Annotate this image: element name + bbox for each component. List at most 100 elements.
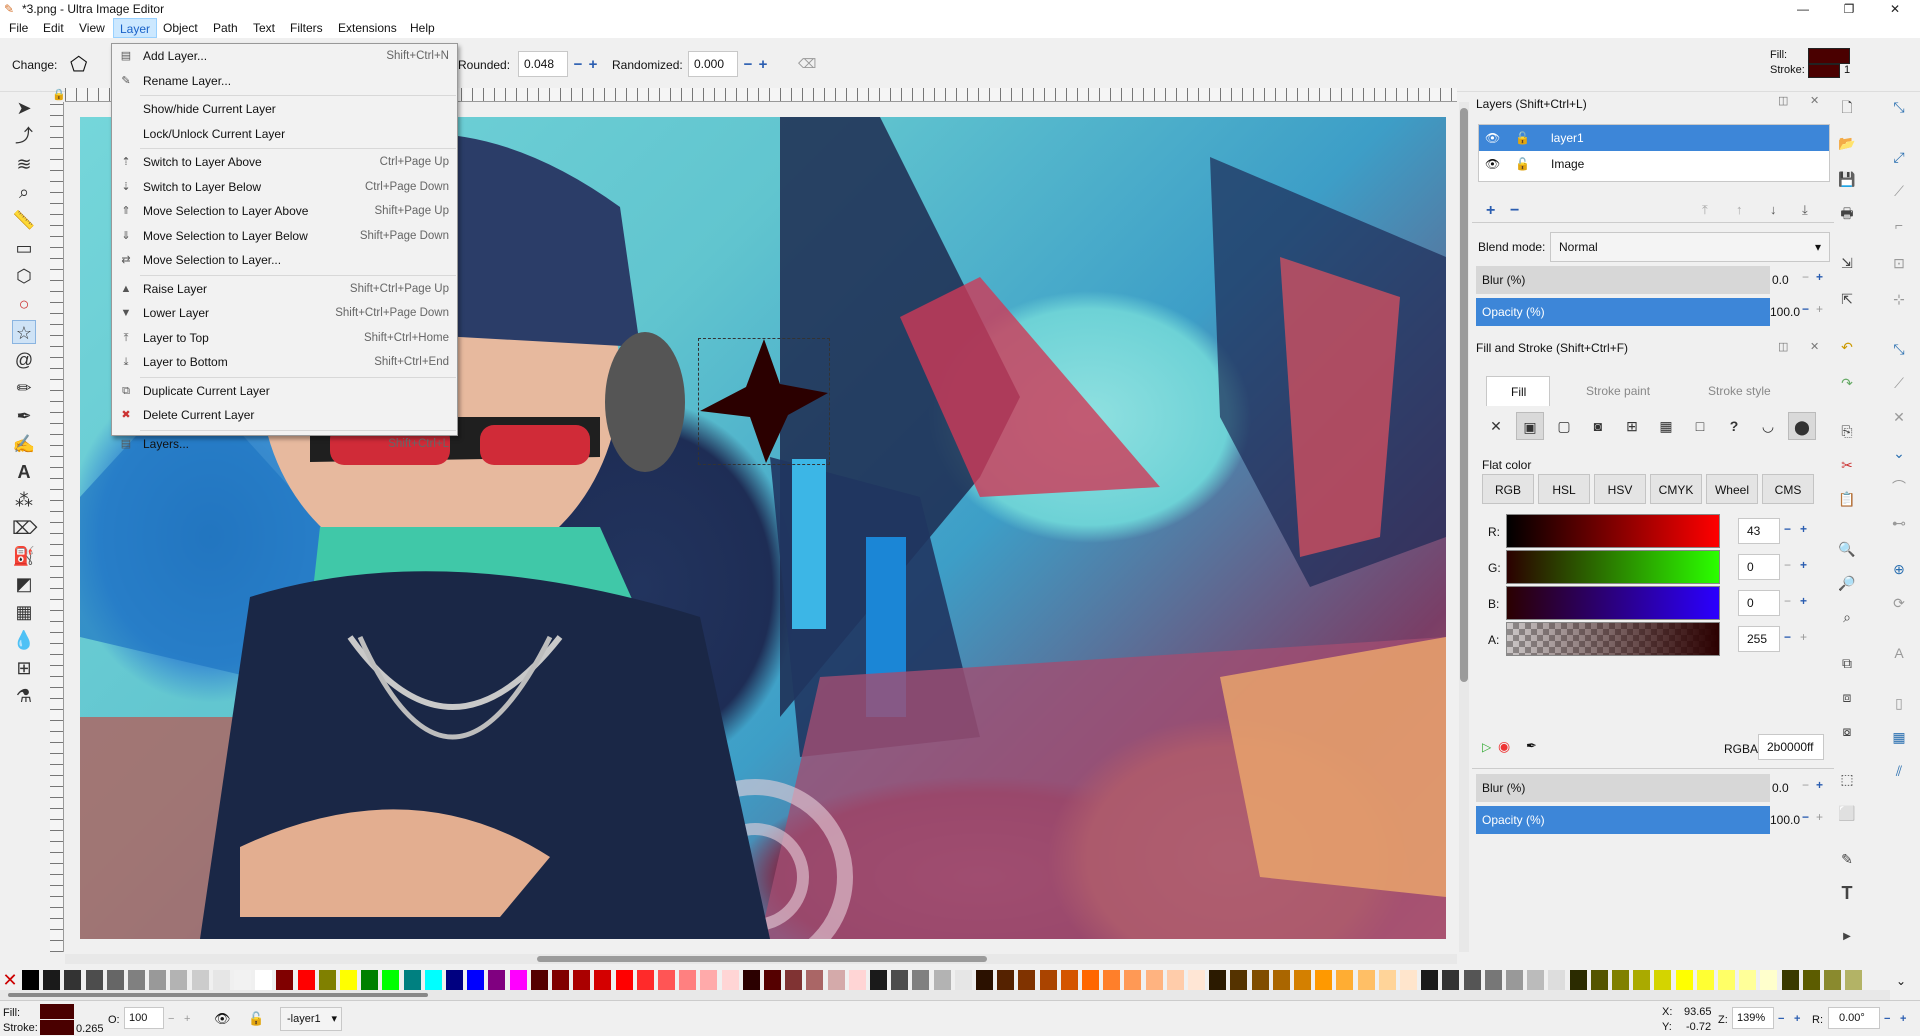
print-icon[interactable]: 🖶 [1836,202,1858,224]
no-paint-icon[interactable]: ✕ [1482,412,1510,440]
channel-r-input[interactable]: 43 [1738,518,1780,544]
panel-iconify-icon[interactable]: ◫ [1778,94,1788,107]
palette-swatch[interactable] [318,970,336,990]
snap-cusp-icon[interactable]: ⌄ [1888,442,1910,464]
spiral-tool-icon[interactable]: @ [12,348,36,372]
menu-item-layers[interactable]: ▤ Layers... Shift+Ctrl+L [112,432,457,457]
mesh-gradient-icon[interactable]: ⊞ [1618,412,1646,440]
menu-path[interactable]: Path [207,18,244,38]
randomized-input[interactable]: 0.000 [688,51,738,77]
menu-item-layer-to-bottom[interactable]: ⤓ Layer to Bottom Shift+Ctrl+End [112,350,457,375]
palette-swatch[interactable] [403,970,421,990]
palette-swatch[interactable] [234,970,251,990]
channel-a-decrement[interactable]: − [1784,630,1791,644]
zoom-input[interactable]: 139% [1732,1007,1774,1029]
pencil-tool-icon[interactable]: ✏ [12,376,36,400]
palette-menu-icon[interactable]: ⌄ [1896,974,1906,988]
channel-a-increment[interactable]: + [1800,630,1807,644]
palette-swatch[interactable] [1272,970,1290,990]
node-tool-icon[interactable]: ⤴ [12,124,36,148]
layer-blur-slider[interactable]: Blur (%) [1476,266,1770,294]
palette-swatch[interactable] [954,970,972,990]
palette-swatch[interactable] [424,970,442,990]
opacity-increment-button[interactable]: + [1816,302,1823,316]
palette-swatch[interactable] [446,970,463,990]
connector-tool-icon[interactable]: ⊞ [12,656,36,680]
panel-iconify-icon[interactable]: ◫ [1778,340,1788,353]
palette-swatch[interactable] [22,970,39,990]
palette-scrollbar[interactable] [0,990,1890,1000]
minimize-button[interactable]: — [1780,0,1826,18]
zoom-tool-icon[interactable]: ⌕ [12,180,36,204]
blur-decrement-button[interactable]: − [1802,270,1809,284]
vscroll-thumb[interactable] [1460,108,1468,682]
palette-swatch[interactable] [1188,970,1205,990]
text-font-icon[interactable]: T [1836,882,1858,904]
3d-box-tool-icon[interactable]: ⬡ [12,264,36,288]
channel-g-decrement[interactable]: − [1784,558,1791,572]
palette-swatch[interactable] [297,970,315,990]
fill-indicator-swatch[interactable] [1808,48,1850,64]
fill-opacity-value[interactable]: 100.0 [1770,813,1800,827]
fill-blur-decrement[interactable]: − [1802,778,1809,792]
menu-item-switch-to-layer-below[interactable]: ⇣ Switch to Layer Below Ctrl+Page Down [112,175,457,200]
menu-extensions[interactable]: Extensions [332,18,403,38]
snap-guide-icon[interactable]: ⫽ [1888,760,1910,782]
layer-row-layer1[interactable]: 👁 🔓 layer1 [1479,125,1829,151]
rotate-decrement[interactable]: − [1884,1013,1890,1025]
unlock-icon[interactable]: 🔓 [1515,125,1530,151]
rounded-decrement-button[interactable]: − [571,57,585,72]
rectangle-tool-icon[interactable]: ▭ [12,236,36,260]
panel-close-icon[interactable]: ✕ [1810,94,1819,107]
palette-scroll-thumb[interactable] [8,993,428,997]
snap-rotation-center-icon[interactable]: ⟳ [1888,592,1910,614]
palette-swatch[interactable] [679,970,697,990]
snap-text-baseline-icon[interactable]: A [1888,642,1910,664]
status-stroke-swatch[interactable] [40,1020,74,1035]
palette-swatch[interactable] [1166,970,1184,990]
eye-icon[interactable]: 👁 [1485,151,1500,177]
palette-swatch[interactable] [488,970,506,990]
palette-swatch[interactable] [594,970,612,990]
redo-icon[interactable]: ↷ [1836,372,1858,394]
clone-icon[interactable]: ⧈ [1836,686,1858,708]
palette-swatch[interactable] [1781,970,1799,990]
lower-layer-icon[interactable]: ↓ [1770,202,1777,217]
add-layer-icon[interactable]: + [1486,202,1495,220]
palette-swatch[interactable] [870,970,887,990]
panel-close-icon[interactable]: ✕ [1810,340,1819,353]
menu-item-raise-layer[interactable]: ▲ Raise Layer Shift+Ctrl+Page Up [112,277,457,302]
palette-swatch[interactable] [43,970,61,990]
channel-r-increment[interactable]: + [1800,522,1807,536]
palette-swatch[interactable] [615,970,633,990]
palette-swatch[interactable] [1251,970,1269,990]
fill-opacity-decrement[interactable]: − [1802,810,1809,824]
channel-b-slider[interactable] [1506,586,1720,620]
snap-nodes-icon[interactable]: ⤡ [1888,338,1910,360]
channel-g-input[interactable]: 0 [1738,554,1780,580]
palette-swatch[interactable] [170,970,188,990]
palette-swatch[interactable] [1612,970,1629,990]
layer-opacity-value[interactable]: 100.0 [1770,305,1800,319]
menu-item-lower-layer[interactable]: ▼ Lower Layer Shift+Ctrl+Page Down [112,301,457,326]
channel-g-slider[interactable] [1506,550,1720,584]
palette-swatch[interactable] [467,970,485,990]
palette-swatch[interactable] [1569,970,1587,990]
palette-swatch[interactable] [1124,970,1142,990]
menu-item-rename-layer[interactable]: ✎ Rename Layer... [112,69,457,94]
palette-swatch[interactable] [276,970,294,990]
text-tool-icon[interactable]: A [12,460,36,484]
menu-view[interactable]: View [73,18,111,38]
palette-swatch[interactable] [1506,970,1523,990]
unset-paint-icon[interactable]: ? [1720,412,1748,440]
menu-item-move-selection-to-layer-above[interactable]: ⇑ Move Selection to Layer Above Shift+Page… [112,199,457,224]
tab-stroke-paint[interactable]: Stroke paint [1566,376,1676,406]
palette-swatch[interactable] [1421,970,1439,990]
vertical-ruler[interactable] [50,102,64,952]
palette-swatch[interactable] [85,970,103,990]
fill-opacity-increment[interactable]: + [1816,810,1823,824]
blend-mode-select[interactable]: Normal ▾ [1550,232,1830,262]
save-icon[interactable]: 💾 [1836,168,1858,190]
menu-item-delete-current-layer[interactable]: ✖ Delete Current Layer [112,403,457,428]
unlock-icon[interactable]: 🔓 [1515,151,1530,177]
